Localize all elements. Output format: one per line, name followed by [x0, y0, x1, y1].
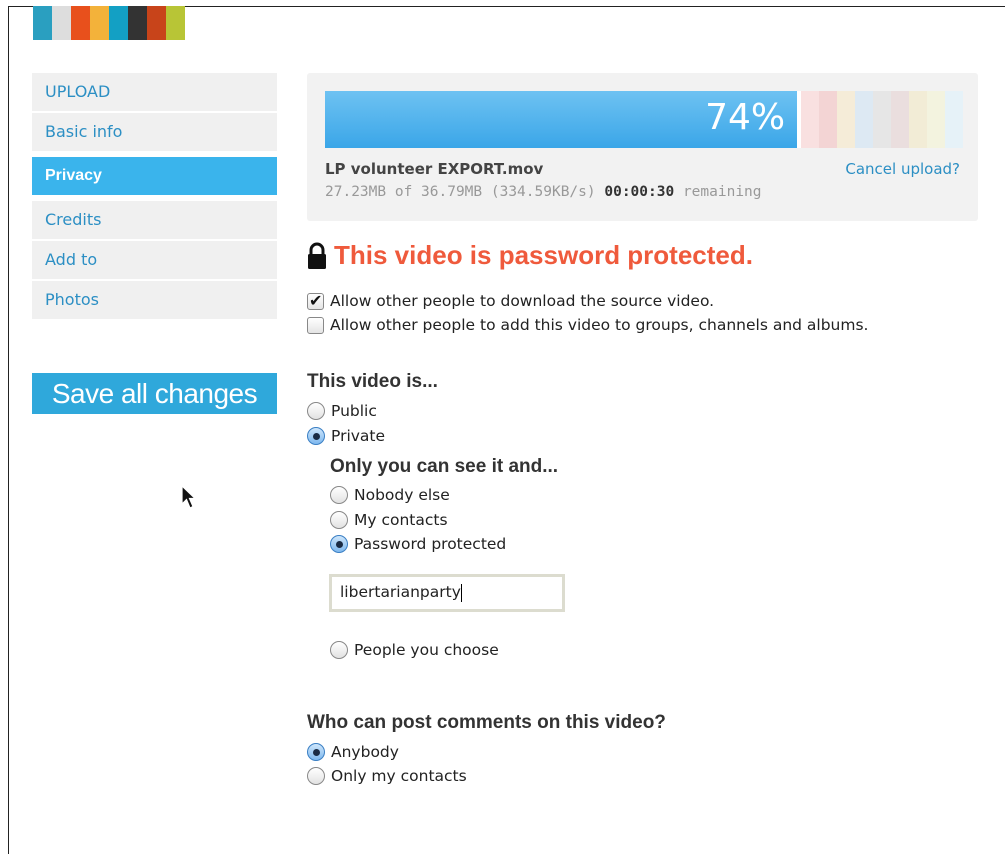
people-option[interactable]: People you choose — [330, 641, 499, 659]
upload-progress-fill: 74% — [325, 91, 798, 148]
anybody-label: Anybody — [331, 743, 399, 761]
sidebar-item-photos[interactable]: Photos — [32, 281, 277, 319]
private-label: Private — [331, 427, 386, 445]
progress-stripe — [945, 91, 963, 148]
logo-block — [147, 6, 166, 40]
logo-block — [33, 6, 52, 40]
private-option[interactable]: Private — [307, 427, 385, 445]
save-all-changes-button[interactable]: Save all changes — [32, 373, 277, 414]
logo-block — [90, 6, 109, 40]
public-label: Public — [331, 402, 377, 420]
logo-block — [71, 6, 90, 40]
public-radio[interactable] — [307, 402, 325, 420]
password-field[interactable]: libertarianparty — [329, 574, 565, 612]
anybody-radio[interactable] — [307, 743, 325, 761]
upload-percent: 74% — [705, 97, 786, 138]
people-label: People you choose — [354, 641, 499, 659]
progress-stripe — [891, 91, 909, 148]
people-radio[interactable] — [330, 641, 348, 659]
sidebar-item-basic-info[interactable]: Basic info — [32, 113, 277, 151]
progress-stripe — [855, 91, 873, 148]
password-label: Password protected — [354, 535, 507, 553]
visibility-heading: This video is... — [307, 371, 438, 392]
logo-block — [166, 6, 185, 40]
sidebar: UPLOAD Basic info Privacy Credits Add to… — [32, 73, 277, 321]
privacy-heading: This video is password protected. — [307, 240, 753, 271]
progress-stripe — [837, 91, 855, 148]
public-option[interactable]: Public — [307, 402, 377, 420]
logo-block — [109, 6, 128, 40]
sidebar-item-privacy[interactable]: Privacy — [32, 157, 277, 195]
contacts-radio[interactable] — [330, 511, 348, 529]
download-option[interactable]: Allow other people to download the sourc… — [307, 291, 715, 310]
nobody-radio[interactable] — [330, 486, 348, 504]
progress-stripe — [801, 91, 819, 148]
logo — [33, 6, 185, 40]
groups-option-label: Allow other people to add this video to … — [330, 316, 869, 334]
upload-size-progress: 27.23MB of 36.79MB (334.59KB/s) 00:00:30… — [325, 184, 762, 200]
download-option-label: Allow other people to download the sourc… — [330, 292, 715, 310]
upload-panel: 74% LP volunteer EXPORT.mov 27.23MB of 3… — [307, 73, 978, 221]
only-contacts-radio[interactable] — [307, 767, 325, 785]
groups-checkbox[interactable] — [307, 316, 324, 334]
contacts-label: My contacts — [354, 511, 448, 529]
progress-stripes — [801, 91, 963, 148]
upload-remaining-label: remaining — [682, 184, 762, 200]
only-contacts-label: Only my contacts — [331, 767, 467, 785]
text-caret — [460, 583, 462, 602]
progress-stripe — [819, 91, 837, 148]
private-radio[interactable] — [307, 427, 325, 445]
password-option[interactable]: Password protected — [330, 535, 506, 553]
upload-progress-bar: 74% — [325, 91, 963, 148]
password-radio[interactable] — [330, 535, 348, 553]
download-checkbox[interactable] — [307, 291, 324, 310]
progress-stripe — [909, 91, 927, 148]
anybody-option[interactable]: Anybody — [307, 743, 399, 761]
progress-stripe — [873, 91, 891, 148]
logo-block — [128, 6, 147, 40]
upload-size-text: 27.23MB of 36.79MB (334.59KB/s) — [325, 184, 596, 200]
contacts-option[interactable]: My contacts — [330, 511, 448, 529]
comments-heading: Who can post comments on this video? — [307, 712, 666, 733]
upload-time-remaining: 00:00:30 — [604, 184, 675, 200]
groups-option[interactable]: Allow other people to add this video to … — [307, 316, 868, 334]
cancel-upload-link[interactable]: Cancel upload? — [845, 160, 960, 178]
lock-icon — [308, 242, 326, 269]
sidebar-item-upload[interactable]: UPLOAD — [32, 73, 277, 111]
private-subheading: Only you can see it and... — [330, 456, 559, 477]
mouse-pointer-icon — [181, 485, 197, 509]
progress-stripe — [927, 91, 945, 148]
only-contacts-option[interactable]: Only my contacts — [307, 767, 467, 785]
upload-file-name: LP volunteer EXPORT.mov — [325, 160, 544, 178]
sidebar-item-add-to[interactable]: Add to — [32, 241, 277, 279]
password-field-value: libertarianparty — [340, 583, 461, 601]
nobody-option[interactable]: Nobody else — [330, 486, 450, 504]
privacy-heading-text: This video is password protected. — [334, 240, 753, 270]
logo-block — [52, 6, 71, 40]
nobody-label: Nobody else — [354, 486, 450, 504]
sidebar-item-credits[interactable]: Credits — [32, 201, 277, 239]
